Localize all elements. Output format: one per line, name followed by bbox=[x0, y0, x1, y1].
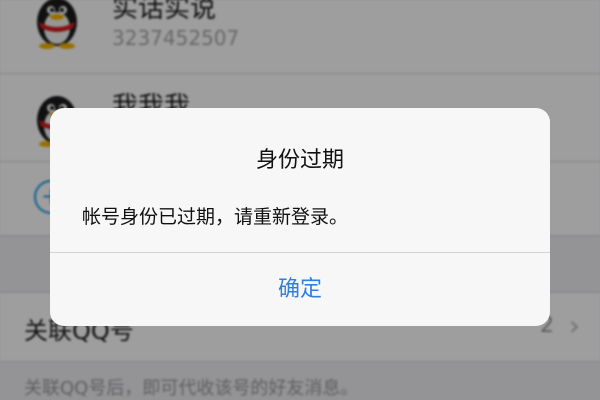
alert-message: 帐号身份已过期，请重新登录。 bbox=[82, 206, 349, 228]
alert-title: 身份过期 bbox=[255, 148, 344, 173]
identity-expired-alert: 身份过期 帐号身份已过期，请重新登录。 确定 bbox=[50, 108, 550, 326]
confirm-button[interactable]: 确定 bbox=[50, 253, 550, 326]
